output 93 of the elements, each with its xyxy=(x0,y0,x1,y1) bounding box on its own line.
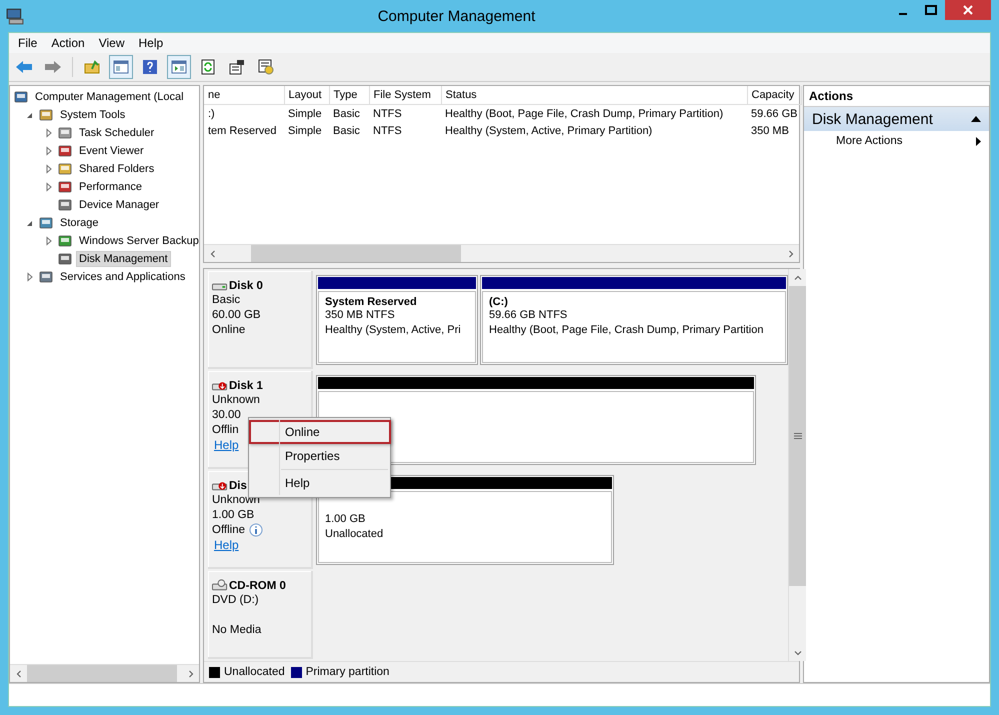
refresh-icon xyxy=(201,59,215,75)
tree-item[interactable]: System Tools xyxy=(57,107,128,123)
scrollbar-thumb[interactable] xyxy=(789,286,806,586)
partition-block[interactable]: (C:) 59.66 GB NTFS Healthy (Boot, Page File, Crash Dump, Primary Partition xyxy=(480,275,788,365)
disk-info: Unknown xyxy=(212,393,260,408)
table-cell-text: Healthy (System, Active, Primary Partition) xyxy=(444,124,654,138)
grip-icon xyxy=(794,432,802,440)
disk-label-panel[interactable]: CD-ROM 0 DVD (D:) No Media xyxy=(208,571,313,659)
folder-icon xyxy=(84,60,100,74)
column-header[interactable]: File System xyxy=(369,86,441,104)
pane-icon xyxy=(171,60,187,74)
volume-info: 59.66 GB NTFS xyxy=(489,308,568,323)
table-cell-text: 350 MB xyxy=(750,124,790,138)
table-cell: :) xyxy=(204,104,284,122)
tree-item[interactable]: Event Viewer xyxy=(76,143,147,159)
menu-item[interactable]: Help xyxy=(132,36,170,50)
table-cell: Simple xyxy=(284,104,329,122)
partition-block[interactable]: 1.00 GB Unallocated xyxy=(316,475,614,565)
help-icon xyxy=(142,59,158,75)
info-icon[interactable] xyxy=(248,522,264,538)
legend-swatch xyxy=(209,666,220,678)
disk-info: Online xyxy=(212,323,246,338)
scrollbar-thumb[interactable] xyxy=(27,665,177,682)
tree-item[interactable]: Device Manager xyxy=(76,197,162,213)
help-link[interactable]: Help xyxy=(214,538,239,553)
volume-info: Healthy (System, Active, Pri xyxy=(325,323,462,338)
table-cell-text: Simple xyxy=(287,124,323,138)
maximize-icon xyxy=(925,5,937,15)
window-title: Computer Management xyxy=(376,8,536,24)
column-header[interactable]: Layout xyxy=(284,86,329,104)
menu-item[interactable]: Online xyxy=(249,420,391,444)
menu-item[interactable]: File xyxy=(11,36,44,50)
tree-item[interactable]: Computer Management (Local xyxy=(32,89,187,105)
disk-info: 60.00 GB xyxy=(212,308,261,323)
disk-info: Basic xyxy=(212,293,240,308)
volume-info: 350 MB NTFS xyxy=(325,308,396,323)
menu-item[interactable]: View xyxy=(92,36,132,50)
scrollbar-thumb[interactable] xyxy=(251,245,461,262)
actions-section[interactable]: Disk Management xyxy=(804,107,989,131)
volume-name: System Reserved xyxy=(325,296,418,308)
table-cell: Basic xyxy=(329,104,369,122)
collapse-arrow-icon[interactable] xyxy=(971,116,981,122)
tree-item[interactable]: Windows Server Backup xyxy=(76,233,199,249)
tree-item[interactable]: Task Scheduler xyxy=(76,125,158,141)
tree-item[interactable]: Disk Management xyxy=(76,251,171,267)
properties-icon xyxy=(229,59,245,75)
legend-swatch xyxy=(290,666,302,678)
disk-name: CD-ROM 0 xyxy=(229,580,286,592)
table-cell: NTFS xyxy=(369,104,441,122)
disk-info: Unknown xyxy=(212,493,260,508)
help-link[interactable]: Help xyxy=(214,438,239,453)
table-cell: 59.66 GB xyxy=(747,104,801,122)
partition-block[interactable]: System Reserved 350 MB NTFS Healthy (System, Active, Pri xyxy=(316,275,478,365)
tree-item[interactable]: Shared Folders xyxy=(76,161,158,177)
volume-info: 1.00 GB xyxy=(325,512,366,527)
column-header[interactable]: ne xyxy=(204,86,284,104)
table-cell-text: tem Reserved xyxy=(207,124,278,138)
table-cell-text: Basic xyxy=(332,124,361,138)
disk-info: Offline xyxy=(212,523,246,538)
pane-icon xyxy=(113,60,129,74)
legend-label: Unallocated xyxy=(224,666,285,678)
disk-name: Disk 0 xyxy=(229,280,263,292)
table-cell: Healthy (Boot, Page File, Crash Dump, Primary Partition) xyxy=(441,104,747,122)
column-header[interactable]: Status xyxy=(441,86,747,104)
action-pane-button[interactable] xyxy=(167,55,191,79)
disk-info: DVD (D:) xyxy=(212,593,259,608)
tree-item[interactable]: Performance xyxy=(76,179,145,195)
console-tree-button[interactable] xyxy=(109,55,133,79)
volume-name: (C:) xyxy=(489,296,509,308)
tree-item[interactable]: Services and Applications xyxy=(57,269,188,285)
disk-info: 30.00 xyxy=(212,408,241,423)
table-cell-text: NTFS xyxy=(372,124,403,138)
action-item[interactable]: More Actions xyxy=(804,131,989,151)
column-header[interactable]: Capacity xyxy=(747,86,801,104)
back-arrow-icon xyxy=(15,60,33,74)
close-icon xyxy=(963,5,973,15)
submenu-arrow-icon xyxy=(976,136,981,146)
disk-info: Offlin xyxy=(212,423,239,438)
column-header[interactable]: Type xyxy=(329,86,369,104)
disk-info: No Media xyxy=(212,623,262,638)
menu-item[interactable]: Action xyxy=(44,36,92,50)
close-button[interactable] xyxy=(945,0,991,20)
disk-name: Dis xyxy=(229,480,247,492)
disk-info: 1.00 GB xyxy=(212,508,254,523)
minimize-icon xyxy=(899,13,907,15)
disk-name: Disk 1 xyxy=(229,380,263,392)
optical-drive-icon xyxy=(212,579,228,593)
tree-item[interactable]: Storage xyxy=(57,215,102,231)
disk-label-panel[interactable]: Disk 0 Basic 60.00 GB Online xyxy=(208,271,313,369)
legend-label: Primary partition xyxy=(306,666,390,678)
forward-arrow-icon xyxy=(44,60,62,74)
volume-info: Healthy (Boot, Page File, Crash Dump, Primary Partition xyxy=(489,323,764,338)
volume-info: Unallocated xyxy=(325,527,384,542)
